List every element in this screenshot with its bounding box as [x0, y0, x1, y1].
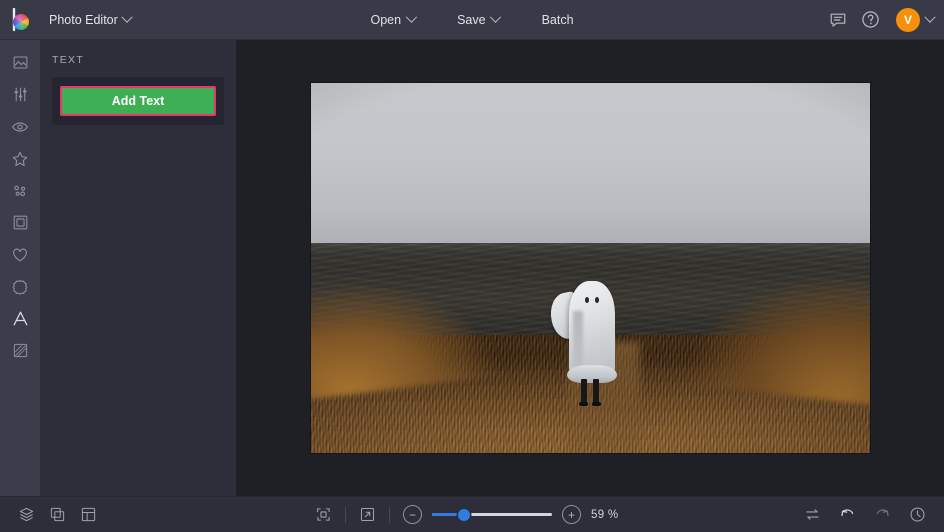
- toolbar-divider: [389, 507, 390, 523]
- expand-arrow-icon[interactable]: [359, 506, 376, 523]
- question-mark-icon[interactable]: [861, 10, 880, 29]
- user-avatar-menu[interactable]: V: [896, 8, 934, 32]
- text-tool-panel: TEXT Add Text: [40, 40, 236, 496]
- sidebar-item-shapes[interactable]: [6, 276, 34, 297]
- zoom-slider[interactable]: [432, 508, 552, 522]
- sidebar-item-adjust[interactable]: [6, 84, 34, 105]
- canvas-area[interactable]: [236, 40, 944, 496]
- fit-to-screen-icon[interactable]: [315, 506, 332, 523]
- sidebar-item-stickers[interactable]: [6, 244, 34, 265]
- ghost-sheet-hem: [567, 365, 617, 383]
- photo-sky: [311, 83, 870, 243]
- zoom-out-button[interactable]: −: [403, 505, 422, 524]
- brand-logo[interactable]: [6, 5, 36, 35]
- ghost-eye-left: [585, 297, 589, 303]
- bottom-left-tools: [10, 506, 97, 523]
- chevron-down-icon: [924, 11, 935, 22]
- add-text-card: Add Text: [52, 77, 224, 125]
- sidebar-item-texture[interactable]: [6, 340, 34, 361]
- duplicate-icon[interactable]: [49, 506, 66, 523]
- batch-button[interactable]: Batch: [532, 8, 584, 32]
- sidebar-item-image[interactable]: [6, 52, 34, 73]
- compare-swap-icon[interactable]: [804, 506, 821, 523]
- ghost-shoe-right: [592, 402, 601, 406]
- sidebar-item-overlays[interactable]: [6, 180, 34, 201]
- photo-editor-app: Photo Editor Open Save Batch: [0, 0, 944, 532]
- app-menu-label: Photo Editor: [49, 13, 118, 27]
- chevron-down-icon: [121, 11, 132, 22]
- zoom-in-button[interactable]: +: [562, 505, 581, 524]
- zoom-controls: − + 59 %: [315, 505, 625, 524]
- app-body: TEXT Add Text: [0, 40, 944, 496]
- sidebar-item-retouch[interactable]: [6, 116, 34, 137]
- save-button[interactable]: Save: [447, 8, 510, 32]
- ghost-shoe-left: [579, 402, 588, 406]
- chevron-down-icon: [405, 11, 416, 22]
- sidebar-item-text[interactable]: [6, 308, 34, 329]
- zoom-slider-thumb[interactable]: [458, 509, 470, 521]
- app-menu-photo-editor[interactable]: Photo Editor: [40, 8, 140, 32]
- redo-arrow-icon[interactable]: [874, 506, 891, 523]
- bottom-right-tools: [804, 506, 930, 523]
- chat-bubble-icon[interactable]: [829, 11, 847, 29]
- photo-ghost-figure: [551, 281, 633, 405]
- undo-arrow-icon[interactable]: [839, 506, 856, 523]
- history-clock-icon[interactable]: [909, 506, 926, 523]
- bottom-toolbar: − + 59 %: [0, 496, 944, 532]
- save-label: Save: [457, 13, 486, 27]
- layers-icon[interactable]: [18, 506, 35, 523]
- open-label: Open: [370, 13, 401, 27]
- ghost-eye-right: [595, 297, 599, 303]
- avatar: V: [896, 8, 920, 32]
- photo-canvas[interactable]: [311, 83, 870, 453]
- zoom-level-value: 59 %: [591, 509, 625, 521]
- batch-label: Batch: [542, 13, 574, 27]
- open-button[interactable]: Open: [360, 8, 425, 32]
- chevron-down-icon: [490, 11, 501, 22]
- panel-layout-icon[interactable]: [80, 506, 97, 523]
- app-header: Photo Editor Open Save Batch: [0, 0, 944, 40]
- header-right-controls: V: [829, 8, 934, 32]
- panel-title: TEXT: [52, 54, 224, 66]
- sidebar-item-effects[interactable]: [6, 148, 34, 169]
- header-actions: Open Save Batch: [360, 8, 583, 32]
- add-text-button[interactable]: Add Text: [60, 86, 216, 116]
- sidebar-item-frames[interactable]: [6, 212, 34, 233]
- tool-rail: [0, 40, 40, 496]
- toolbar-divider: [345, 507, 346, 523]
